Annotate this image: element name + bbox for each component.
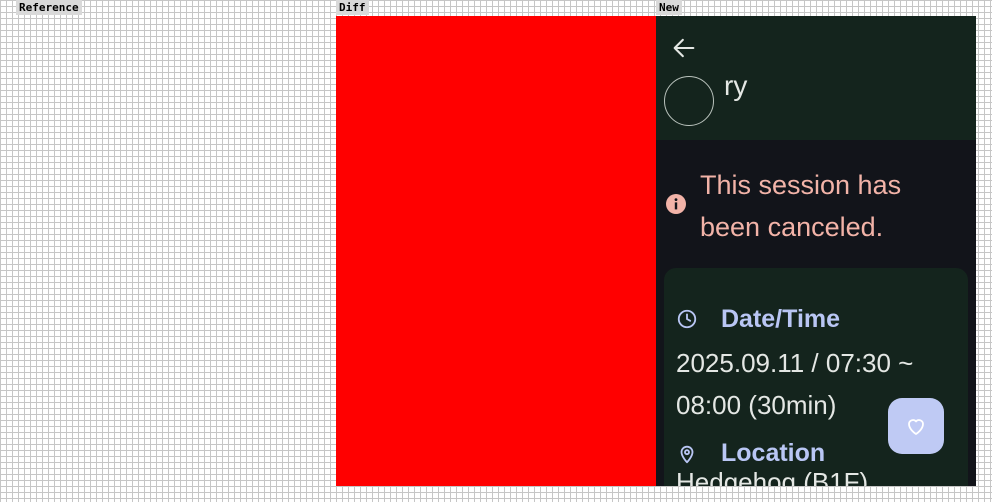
- back-button[interactable]: [670, 34, 698, 62]
- date-time-label: Date/Time: [721, 305, 841, 333]
- avatar: [664, 76, 714, 126]
- cancel-notice: This session has been canceled.: [656, 164, 976, 264]
- diff-panel-label: Diff: [336, 0, 369, 15]
- cancel-notice-text: This session has been canceled.: [700, 170, 902, 242]
- location-value: Hedgehog (B1F): [676, 467, 869, 486]
- diff-panel: [336, 16, 656, 486]
- top-app-bar: ry: [656, 16, 976, 140]
- clock-icon: [677, 309, 697, 329]
- new-panel-label: New: [656, 0, 682, 15]
- reference-panel-label: Reference: [16, 0, 82, 15]
- arrow-left-icon: [673, 38, 695, 58]
- heart-outline-icon: [908, 419, 924, 435]
- page-title: ry: [724, 70, 748, 101]
- info-icon: [666, 194, 686, 214]
- favorite-button[interactable]: [888, 398, 944, 454]
- new-app-screen: ry This session has been canceled. Date/…: [656, 16, 976, 486]
